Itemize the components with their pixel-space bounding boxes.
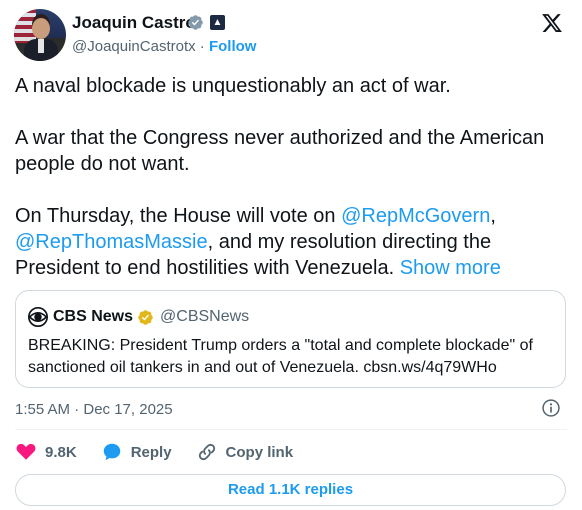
tweet-text-segment: On Thursday, the House will vote on <box>15 205 342 227</box>
copy-link-label: Copy link <box>225 443 294 461</box>
author-avatar[interactable] <box>14 9 66 61</box>
reply-button[interactable]: Reply <box>101 441 172 463</box>
x-logo-icon[interactable] <box>541 12 563 34</box>
heart-icon <box>16 443 36 460</box>
mention-link-repmcgovern[interactable]: @RepMcGovern <box>341 205 490 227</box>
author-handle-row: @JoaquinCastrotx · Follow <box>72 38 256 55</box>
tweet-timestamp[interactable]: 1:55 AM · Dec 17, 2025 <box>15 401 173 418</box>
tweet-text: A naval blockade is unquestionably an ac… <box>15 73 570 281</box>
divider <box>15 429 567 430</box>
tweet-actions-bar: 9.8K Reply Copy link <box>15 440 317 464</box>
show-more-link[interactable]: Show more <box>400 257 501 279</box>
read-replies-button[interactable]: Read 1.1K replies <box>15 474 566 506</box>
tweet-paragraph-3: On Thursday, the House will vote on @Rep… <box>15 203 570 281</box>
tweet-paragraph-1: A naval blockade is unquestionably an ac… <box>15 75 451 97</box>
embedded-tweet-card: Joaquin Castro ▲ @JoaquinCastrotx · Foll… <box>0 0 582 510</box>
avatar-shirt <box>38 39 44 53</box>
copy-link-button[interactable]: Copy link <box>196 441 294 463</box>
like-button[interactable]: 9.8K <box>15 441 77 463</box>
tweet-text-segment: , <box>490 205 496 227</box>
reply-bubble-icon <box>103 443 120 461</box>
mention-link-repthomasmassie[interactable]: @RepThomasMassie <box>15 231 208 253</box>
government-badge-icon: ▲ <box>210 15 225 30</box>
like-count: 9.8K <box>45 443 77 461</box>
verified-badge-icon <box>188 15 203 30</box>
quoted-verified-badge-icon <box>138 309 153 325</box>
follow-button[interactable]: Follow <box>209 38 257 55</box>
author-name[interactable]: Joaquin Castro <box>72 13 196 33</box>
quoted-author-handle: @CBSNews <box>160 308 250 325</box>
reply-label: Reply <box>130 443 172 461</box>
quoted-author-name: CBS News <box>53 308 134 325</box>
link-icon <box>198 443 215 461</box>
quoted-tweet-header: CBS News @CBSNews <box>28 307 249 327</box>
handle-separator: · <box>199 38 205 55</box>
avatar-head <box>32 18 50 39</box>
quoted-tweet-text: BREAKING: President Trump orders a "tota… <box>28 337 533 376</box>
quoted-tweet[interactable]: CBS News @CBSNews BREAKING: President Tr… <box>15 290 566 388</box>
author-handle[interactable]: @JoaquinCastrotx <box>72 38 196 55</box>
info-icon[interactable] <box>541 398 561 418</box>
cbs-eye-logo-icon <box>28 307 48 327</box>
tweet-paragraph-2: A war that the Congress never authorized… <box>15 127 545 175</box>
